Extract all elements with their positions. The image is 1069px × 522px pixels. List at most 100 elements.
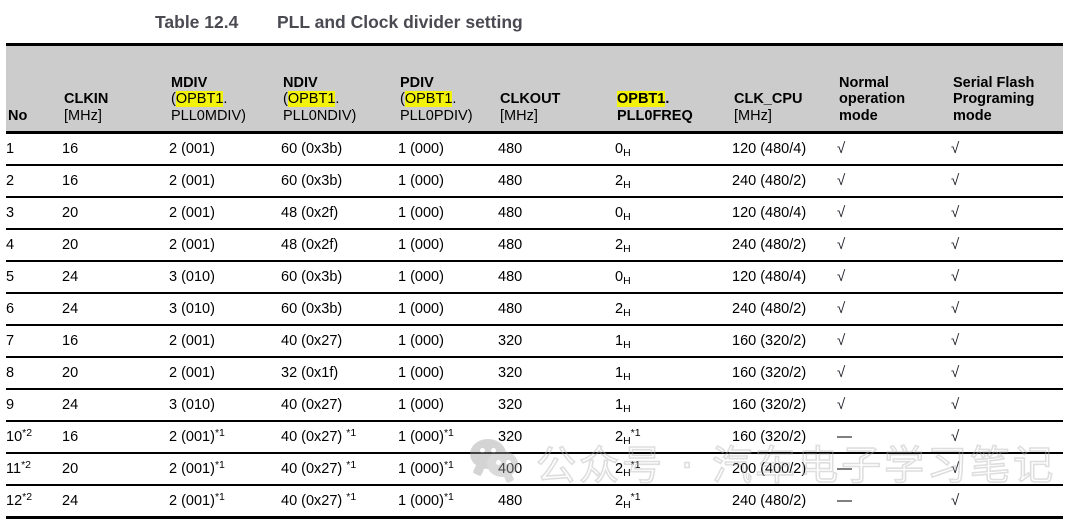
cell-clk-cpu-value: 120 (480/4): [732, 141, 807, 157]
cell-clk-cpu: 160 (320/2): [732, 357, 837, 390]
cell-pll0freq-value: 1: [615, 365, 624, 381]
cell-serial-flash-mode: √: [951, 261, 1063, 294]
cell-normal-operation-mode-value: √: [837, 204, 846, 221]
cell-clk-cpu: 240 (480/2): [732, 229, 837, 262]
cell-ndiv: 60 (0x3b): [281, 293, 398, 326]
cell-pdiv-value: 1 (000): [398, 205, 444, 221]
cell-serial-flash-mode: √: [951, 357, 1063, 390]
column-header-ndiv-highlight: OPBT1: [287, 91, 336, 107]
cell-pll0freq-subscript: H: [623, 371, 631, 383]
cell-pdiv: 1 (000): [398, 293, 498, 326]
cell-clk-cpu: 240 (480/2): [732, 485, 837, 519]
cell-clkin: 20: [62, 357, 169, 390]
cell-normal-operation-mode: √: [837, 357, 951, 390]
cell-clkout: 480: [498, 165, 615, 198]
cell-no: 5: [6, 261, 62, 294]
cell-no-value: 3: [6, 205, 15, 221]
cell-mdiv-footnote-marker: *1: [214, 491, 225, 503]
pll-clock-divider-table-container: No CLKIN [MHz] MDIV (OPBT1. PLL0MDIV) ND…: [6, 43, 1063, 519]
cell-clkout: 480: [498, 293, 615, 326]
cell-ndiv-value: 40 (0x27): [281, 429, 347, 445]
cell-mdiv: 3 (010): [169, 389, 281, 422]
cell-pll0freq-footnote-marker: *1: [630, 427, 641, 439]
cell-no: 6: [6, 293, 62, 326]
cell-ndiv-footnote-marker: *1: [346, 459, 357, 471]
column-header-normal-line3: mode: [839, 107, 878, 124]
cell-mdiv-value: 2 (001): [169, 173, 215, 189]
cell-serial-flash-mode: √: [951, 389, 1063, 422]
cell-ndiv-value: 48 (0x2f): [281, 205, 339, 221]
cell-clkin-value: 20: [62, 237, 79, 253]
cell-clk-cpu-value: 240 (480/2): [732, 173, 807, 189]
cell-ndiv-footnote-marker: *1: [346, 491, 357, 503]
cell-normal-operation-mode-value: √: [837, 364, 846, 381]
cell-ndiv: 60 (0x3b): [281, 165, 398, 198]
table-header: No CLKIN [MHz] MDIV (OPBT1. PLL0MDIV) ND…: [6, 43, 1063, 134]
column-header-serial-line3: mode: [953, 107, 992, 124]
cell-ndiv: 40 (0x27): [281, 389, 398, 422]
cell-mdiv-footnote-marker: *1: [214, 459, 225, 471]
cell-mdiv-value: 2 (001): [169, 365, 215, 381]
cell-mdiv: 3 (010): [169, 261, 281, 294]
cell-pll0freq-value: 2: [615, 493, 624, 509]
cell-mdiv-value: 3 (010): [169, 301, 215, 317]
column-header-no: No: [6, 43, 62, 134]
cell-pll0freq-value: 1: [615, 397, 624, 413]
cell-clkout-value: 320: [498, 397, 523, 413]
column-header-clkout-label: CLKOUT: [500, 91, 561, 107]
cell-mdiv-footnote-marker: *1: [214, 427, 225, 439]
cell-normal-operation-mode: —: [837, 485, 951, 519]
cell-ndiv-value: 40 (0x27): [281, 493, 347, 509]
cell-pdiv: 1 (000): [398, 261, 498, 294]
cell-pdiv-value: 1 (000): [398, 141, 444, 157]
cell-clk-cpu: 240 (480/2): [732, 293, 837, 326]
table-row: 2 16 2 (001) 60 (0x3b) 1 (000) 480 2H 240 (480/…: [6, 165, 1063, 198]
cell-serial-flash-mode-value: √: [951, 492, 960, 509]
table-row: 7 16 2 (001) 40 (0x27) 1 (000) 320 1H 160 (320/…: [6, 325, 1063, 358]
cell-pll0freq-subscript: H: [623, 467, 631, 479]
cell-clkout: 480: [498, 197, 615, 230]
cell-pll0freq-subscript: H: [623, 499, 631, 511]
cell-pll0freq-subscript: H: [623, 339, 631, 351]
cell-serial-flash-mode: √: [951, 325, 1063, 358]
cell-normal-operation-mode: √: [837, 229, 951, 262]
cell-no-value: 5: [6, 269, 15, 285]
cell-ndiv: 60 (0x3b): [281, 132, 398, 166]
cell-pll0freq-subscript: H: [623, 307, 631, 319]
cell-ndiv: 40 (0x27) *1: [281, 485, 398, 519]
cell-serial-flash-mode-value: √: [951, 332, 960, 349]
column-header-pdiv: PDIV (OPBT1. PLL0PDIV): [398, 43, 498, 134]
cell-clkin: 16: [62, 325, 169, 358]
cell-serial-flash-mode-value: √: [951, 300, 960, 317]
cell-clk-cpu-value: 120 (480/4): [732, 269, 807, 285]
cell-mdiv: 3 (010): [169, 293, 281, 326]
cell-pll0freq: 0H: [615, 197, 732, 230]
cell-no-footnote-marker: *2: [21, 459, 31, 471]
cell-clkout: 480: [498, 132, 615, 166]
cell-ndiv: 40 (0x27): [281, 325, 398, 358]
cell-no-value: 4: [6, 237, 15, 253]
column-header-mdiv-highlight: OPBT1: [175, 91, 224, 107]
column-header-pll0freq-highlight: OPBT1: [617, 91, 666, 107]
column-header-pdiv-dot: .: [452, 91, 457, 107]
cell-ndiv-value: 60 (0x3b): [281, 269, 343, 285]
cell-pll0freq: 2H: [615, 293, 732, 326]
cell-normal-operation-mode-value: √: [837, 300, 846, 317]
cell-mdiv-value: 2 (001): [169, 333, 215, 349]
cell-ndiv-value: 60 (0x3b): [281, 141, 343, 157]
cell-serial-flash-mode-value: √: [951, 140, 960, 157]
cell-pdiv-value: 1 (000): [398, 237, 444, 253]
cell-mdiv: 2 (001): [169, 197, 281, 230]
cell-pll0freq-subscript: H: [623, 243, 631, 255]
cell-pll0freq: 2H: [615, 229, 732, 262]
cell-pll0freq-subscript: H: [623, 147, 631, 159]
cell-clkout-value: 320: [498, 333, 523, 349]
cell-clkin-value: 16: [62, 173, 79, 189]
cell-no: 9: [6, 389, 62, 422]
cell-clkin-value: 16: [62, 429, 79, 445]
cell-clkout: 400: [498, 453, 615, 486]
column-header-clkin: CLKIN [MHz]: [62, 43, 169, 134]
cell-clkout: 480: [498, 261, 615, 294]
column-header-normal-operation-mode: Normal operation mode: [837, 43, 951, 134]
cell-clk-cpu: 200 (400/2): [732, 453, 837, 486]
